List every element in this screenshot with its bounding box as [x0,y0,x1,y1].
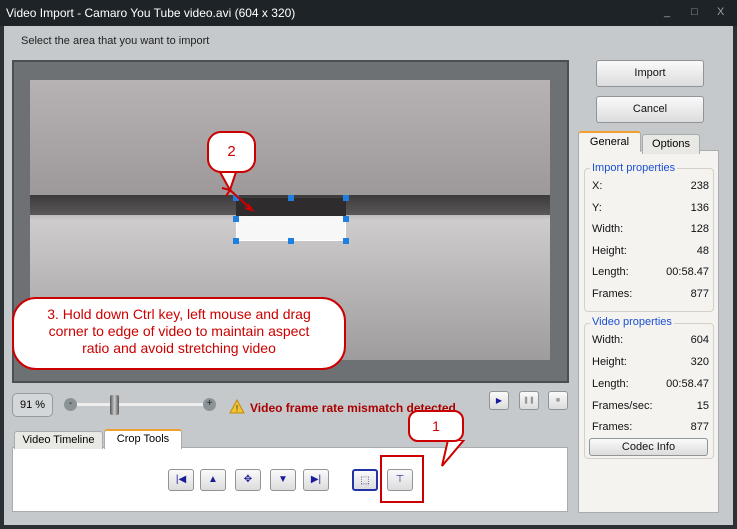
import-prop-row: X: 238 [592,180,709,192]
callout-1-tail [441,440,466,467]
maximize-button[interactable]: □ [691,6,698,18]
prop-label: Height: [592,356,627,368]
align-bottom-button[interactable]: ▼ [270,469,296,491]
prop-value: 320 [690,356,709,368]
pause-button[interactable]: ❚❚ [519,391,539,410]
video-properties-title: Video properties [590,316,674,328]
zoom-in-button[interactable]: + [203,398,216,411]
import-prop-row: Frames: 877 [592,288,709,300]
import-prop-row: Length: 00:58.47 [592,266,709,278]
video-prop-row: Height: 320 [592,356,709,368]
prop-value: 877 [690,288,709,300]
close-button[interactable]: X [717,6,724,18]
align-left-button[interactable]: |◀ [168,469,194,491]
crop-handle-tr[interactable] [343,195,349,201]
import-prop-row: Width: 128 [592,223,709,235]
align-right-button[interactable]: ▶| [303,469,329,491]
callout-1: 1 [408,410,464,442]
prop-value: 48 [696,245,709,257]
minimize-button[interactable]: _ [664,6,670,18]
fit-to-video-button[interactable]: ⬚ [352,469,378,491]
prop-label: Length: [592,266,629,278]
prop-value: 00:58.47 [666,378,709,390]
instruction-text: Select the area that you want to import [21,35,210,47]
zoom-slider-track[interactable] [77,403,203,406]
tab-general[interactable]: General [578,131,641,152]
tab-crop-tools[interactable]: Crop Tools [104,429,182,449]
prop-label: X: [592,180,603,192]
prop-label: Frames: [592,288,633,300]
crop-handle-br[interactable] [343,238,349,244]
import-button[interactable]: Import [596,60,704,87]
zoom-out-button[interactable]: - [64,398,77,411]
prop-label: Y: [592,202,602,214]
cancel-button[interactable]: Cancel [596,96,704,123]
prop-label: Height: [592,245,627,257]
callout-2: 2 [207,131,256,173]
crop-handle-r[interactable] [343,216,349,222]
prop-value: 128 [690,223,709,235]
prop-value: 136 [690,202,709,214]
svg-text:!: ! [236,404,239,414]
video-prop-row: Width: 604 [592,334,709,346]
import-prop-row: Y: 136 [592,202,709,214]
video-prop-row: Frames/sec: 15 [592,400,709,412]
zoom-level[interactable]: 91 % [12,393,53,417]
highlight-box [380,455,424,503]
import-properties-title: Import properties [590,162,678,174]
warning-icon: ! [229,399,245,414]
callout-3: 3. Hold down Ctrl key, left mouse and dr… [12,297,346,370]
center-button[interactable]: ✥ [235,469,261,491]
prop-value: 238 [690,180,709,192]
import-prop-row: Height: 48 [592,245,709,257]
align-top-button[interactable]: ▲ [200,469,226,491]
tab-video-timeline[interactable]: Video Timeline [14,431,103,449]
prop-label: Length: [592,378,629,390]
crop-handle-b[interactable] [288,238,294,244]
crop-handle-t[interactable] [288,195,294,201]
crop-handle-bl[interactable] [233,238,239,244]
video-prop-row: Length: 00:58.47 [592,378,709,390]
prop-value: 604 [690,334,709,346]
prop-label: Width: [592,223,624,235]
prop-value: 15 [696,400,709,412]
prop-label: Width: [592,334,624,346]
window-title: Video Import - Camaro You Tube video.avi… [6,6,296,20]
play-button[interactable]: ▶ [489,391,509,410]
zoom-slider-thumb[interactable] [109,395,119,415]
video-prop-row: Frames: 877 [592,421,709,433]
prop-value: 00:58.47 [666,266,709,278]
prop-value: 877 [690,421,709,433]
tab-options[interactable]: Options [642,134,700,154]
title-bar: Video Import - Camaro You Tube video.avi… [0,0,737,26]
prop-label: Frames: [592,421,633,433]
codec-info-button[interactable]: Codec Info [589,438,708,456]
prop-label: Frames/sec: [592,400,653,412]
stop-button[interactable]: ■ [548,391,568,410]
